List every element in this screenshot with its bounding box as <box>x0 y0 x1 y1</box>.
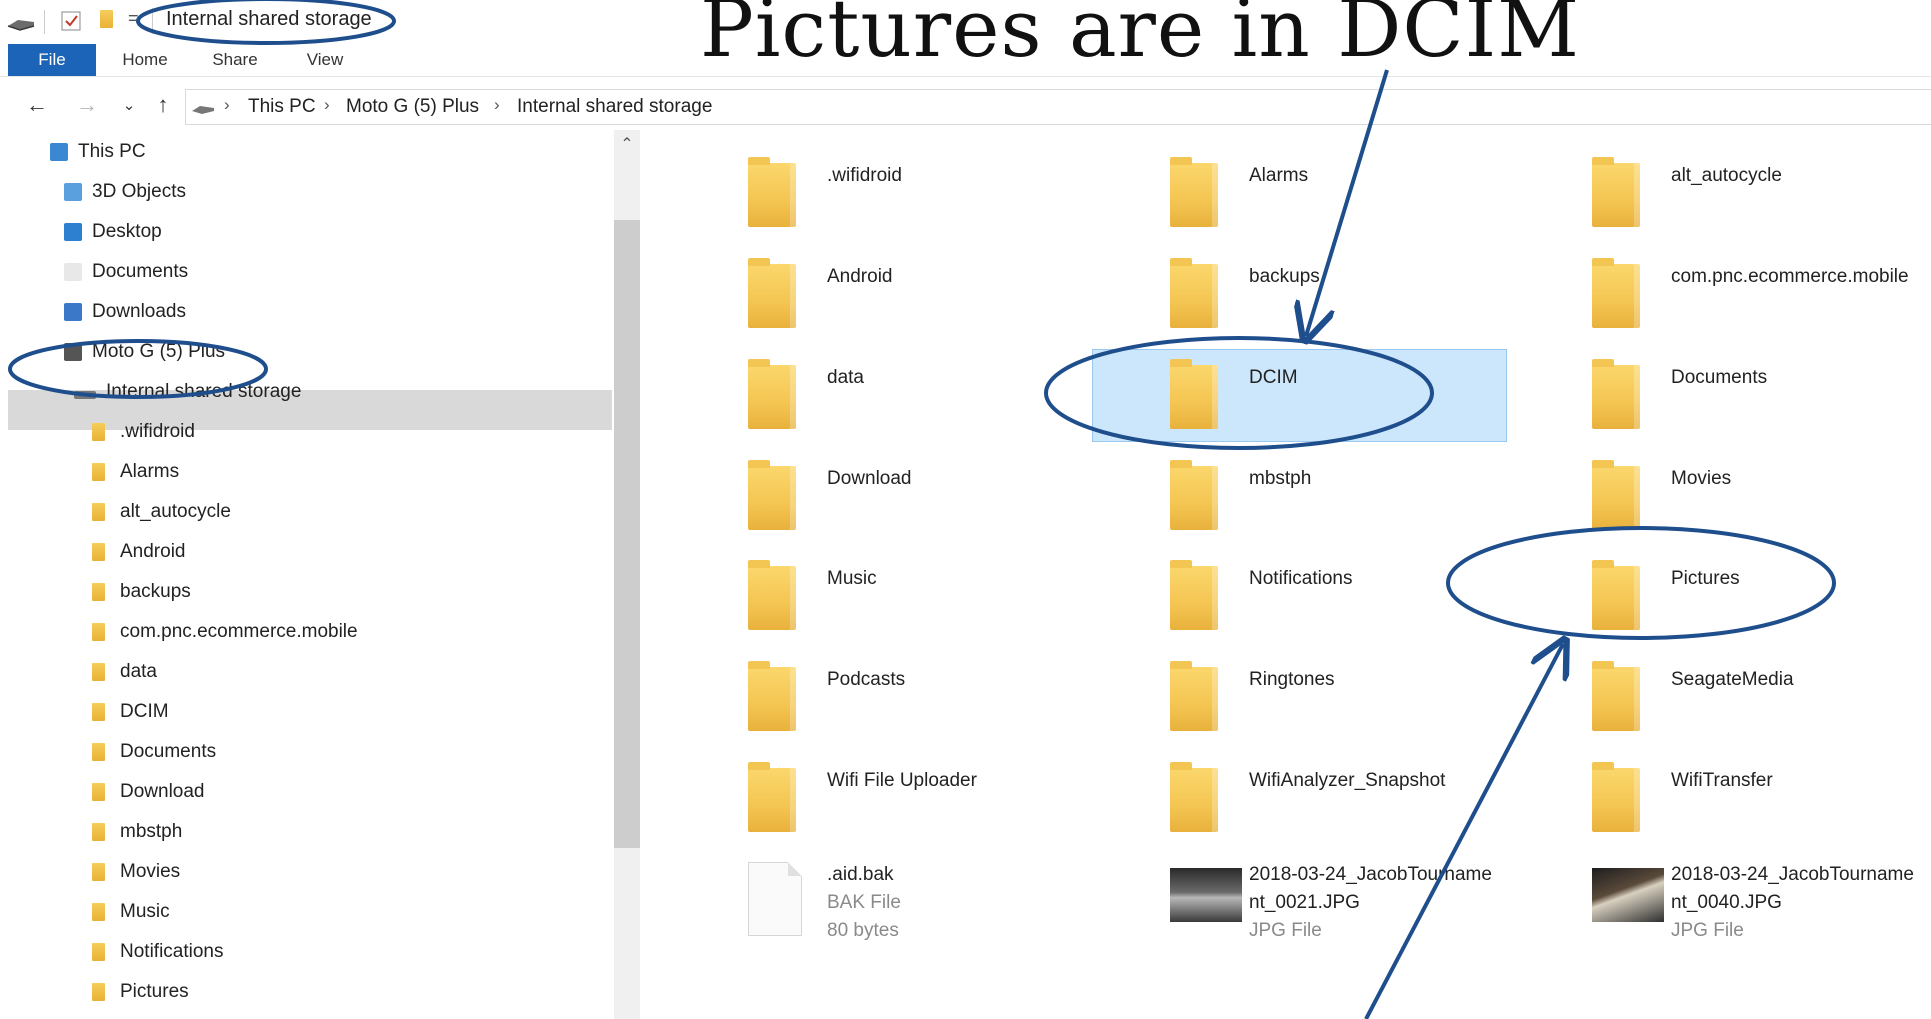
annotation-ellipse-device <box>8 339 268 399</box>
annotation-arrow-pictures <box>1364 644 1563 1019</box>
annotation-ellipse-title <box>136 0 396 45</box>
annotation-overlay <box>8 0 1836 1019</box>
annotation-ellipse-dcim <box>1044 336 1434 450</box>
annotation-arrow-dcim <box>1306 69 1389 336</box>
annotation-ellipse-pictures <box>1446 526 1836 640</box>
